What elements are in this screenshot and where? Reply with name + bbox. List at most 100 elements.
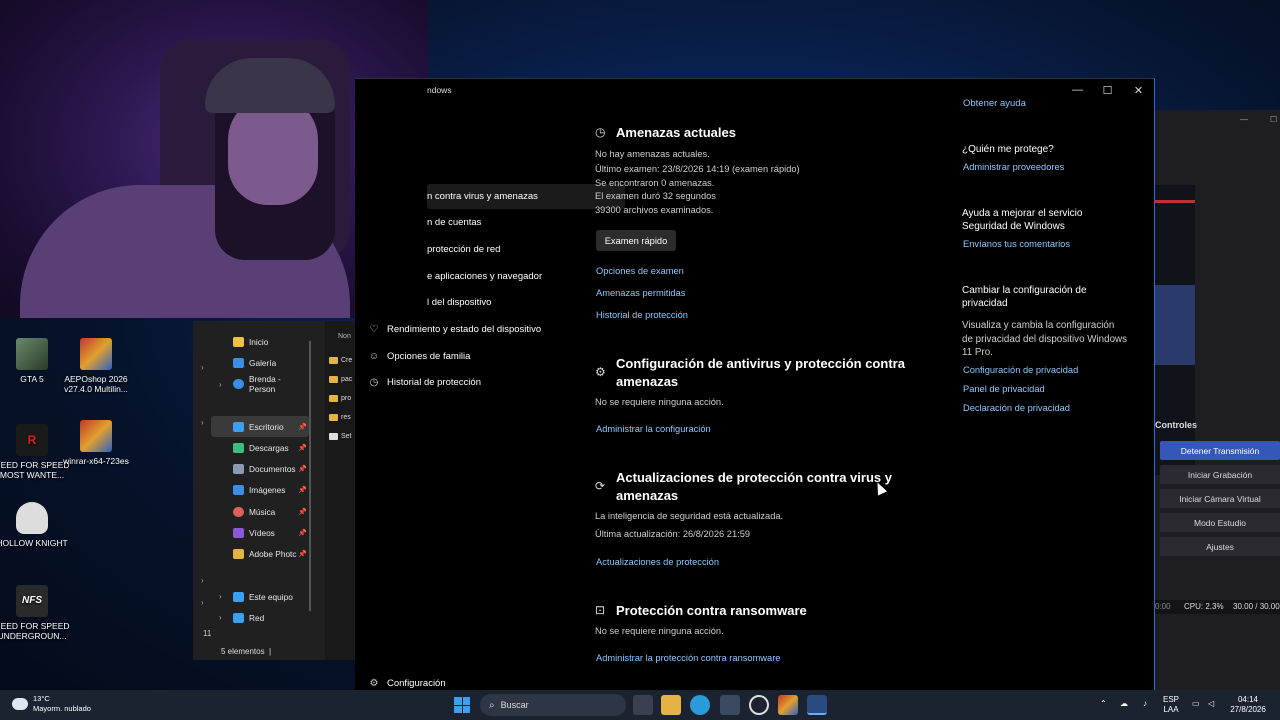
sidebar-item-device-security[interactable]: l del dispositivo [427,297,491,308]
clock-time: 04:14 [1237,695,1259,704]
search-icon: ⌕ [489,699,495,711]
file-row[interactable]: Set [325,427,355,446]
expand-chevron-icon[interactable]: › [201,363,204,372]
sidebar-item-history[interactable]: ◷ Historial de protección [367,377,481,388]
start-button[interactable] [452,695,472,715]
gta5-icon [16,338,48,370]
manage-settings-link[interactable]: Administrar la configuración [596,424,711,434]
settings-button[interactable]: Ajustes [1160,537,1280,556]
privacy-dashboard-link[interactable]: Panel de privacidad [963,384,1045,394]
pin-icon: 📌 [298,466,307,474]
task-view-icon[interactable] [633,695,653,715]
nav-scrollbar[interactable] [309,341,311,611]
expand-chevron-icon[interactable]: › [201,418,204,427]
file-explorer-icon[interactable] [661,695,681,715]
threats-info: No hay amenazas actuales. Último examen:… [595,148,800,217]
nav-item-descargas[interactable]: Descargas 📌 [211,437,309,458]
threats-line: 39300 archivos examinados. [595,204,714,215]
nav-item-onedrive[interactable]: › Brenda - Person [211,374,309,395]
sidebar-item-accounts[interactable]: n de cuentas [427,217,481,228]
folder-icon [329,357,338,364]
studio-mode-button[interactable]: Modo Estudio [1160,513,1280,532]
sidebar-item-app-browser[interactable]: e aplicaciones y navegador [427,271,542,282]
start-recording-button[interactable]: Iniciar Grabación [1160,465,1280,484]
volume-icon[interactable]: ◁ [1208,699,1214,709]
stop-stream-button[interactable]: Detener Transmisión [1160,441,1280,460]
nav-item-label: Documentos [249,464,296,475]
scan-options-link[interactable]: Opciones de examen [596,266,684,276]
edge-icon[interactable] [690,695,710,715]
nav-item-label: Escritorio [249,421,284,432]
hollow-knight-icon [16,502,48,534]
nav-item-videos[interactable]: Vídeos 📌 [211,522,309,543]
desktop-icon-aeposhop[interactable]: AEPOshop 2026 v27.4.0 Multilin... [57,338,135,394]
sidebar-item-family[interactable]: ☺ Opciones de familia [367,351,471,362]
cloud-tray-icon[interactable]: ☁ [1120,699,1128,709]
sidebar-item-device-health[interactable]: ♡ Rendimiento y estado del dispositivo [367,324,542,335]
sidebar-item-network[interactable]: protección de red [427,244,500,255]
microphone-icon[interactable]: ♪ [1143,699,1147,709]
nav-item-este-equipo[interactable]: › Este equipo [211,586,309,607]
clock[interactable]: 04:14 27/8/2026 [1228,695,1268,715]
nav-item-documentos[interactable]: Documentos 📌 [211,458,309,479]
file-row[interactable]: res [325,408,355,427]
quick-scan-button[interactable]: Examen rápido [596,230,676,251]
privacy-settings-link[interactable]: Configuración de privacidad [963,365,1078,375]
obs-minimize-icon[interactable]: — [1240,115,1248,124]
section-heading-settings: Configuración de antivirus y protección … [616,356,905,389]
obs-maximize-icon[interactable]: ☐ [1270,115,1277,124]
nav-item-musica[interactable]: Música 📌 [211,501,309,522]
nav-item-galeria[interactable]: Galería [211,352,309,373]
protection-history-link[interactable]: Historial de protección [596,310,688,320]
file-row[interactable]: pac [325,370,355,389]
desktop-icon-nfs-underground[interactable]: NFS NEED FOR SPEED UNDERGROUN... [0,585,71,641]
sidebar-item-settings[interactable]: ⚙ Configuración [367,678,446,689]
nav-item-label: Galería [249,357,277,368]
file-row[interactable]: Cre [325,351,355,370]
threats-line: Se encontraron 0 amenazas. [595,177,715,188]
manage-ransomware-link[interactable]: Administrar la protección contra ransomw… [596,653,780,663]
privacy-statement-link[interactable]: Declaración de privacidad [963,403,1070,413]
minimize-button[interactable]: — [1062,79,1093,101]
file-row[interactable]: pro [325,389,355,408]
nav-item-adobe[interactable]: Adobe Photc 📌 [211,544,309,565]
expand-chevron-icon[interactable]: › [201,598,204,607]
allowed-threats-link[interactable]: Amenazas permitidas [596,288,685,298]
expand-chevron-icon[interactable]: › [201,576,204,585]
windows-security-icon[interactable] [807,695,827,715]
desktop-icon-winrar[interactable]: winrar-x64-723es [57,420,135,466]
language-indicator[interactable]: ESP LAA [1163,695,1179,715]
refresh-icon: ⟳ [595,479,606,493]
weather-widget[interactable]: 13°C Mayorm. nublado [12,694,91,714]
store-icon[interactable] [720,695,740,715]
nav-item-imagenes[interactable]: Imágenes 📌 [211,480,309,501]
nav-item-escritorio[interactable]: Escritorio 📌 [211,415,309,438]
cpu-usage: CPU: 2.3% [1184,602,1224,611]
explorer-nav-pane: Inicio Galería › Brenda - Person Escritor… [211,331,309,629]
get-help-link[interactable]: Obtener ayuda [963,98,1026,109]
maximize-button[interactable]: ☐ [1092,79,1123,101]
column-header-name[interactable]: Non [325,321,355,351]
folder-icon [329,414,338,421]
nav-item-red[interactable]: › Red [211,607,309,628]
chevron-right-icon: › [219,592,222,602]
obs-icon[interactable] [749,695,769,715]
controls-title: Controles [1155,420,1198,430]
network-icon[interactable]: ▭ [1192,699,1200,709]
tray-chevron-up-icon[interactable]: ⌃ [1100,699,1107,709]
winrar-taskbar-icon[interactable] [778,695,798,715]
desktop-icon-hollow-knight[interactable]: HOLLOW KNIGHT [0,502,71,548]
search-box[interactable]: ⌕ Buscar [480,694,626,716]
nav-item-inicio[interactable]: Inicio [211,331,309,352]
close-button[interactable]: ✕ [1123,79,1154,101]
manage-providers-link[interactable]: Administrar proveedores [963,162,1064,172]
nav-item-label: Adobe Photc [249,549,297,560]
temperature: 13°C [33,694,50,703]
cloud-icon [12,698,28,710]
start-virtual-camera-button[interactable]: Iniciar Cámara Virtual [1160,489,1280,508]
last-update-text: Última actualización: 26/8/2026 21:59 [595,529,751,539]
protection-updates-link[interactable]: Actualizaciones de protección [596,557,719,567]
send-feedback-link[interactable]: Envíanos tus comentarios [963,239,1070,249]
downloads-icon [233,442,244,453]
computer-icon [233,591,244,602]
